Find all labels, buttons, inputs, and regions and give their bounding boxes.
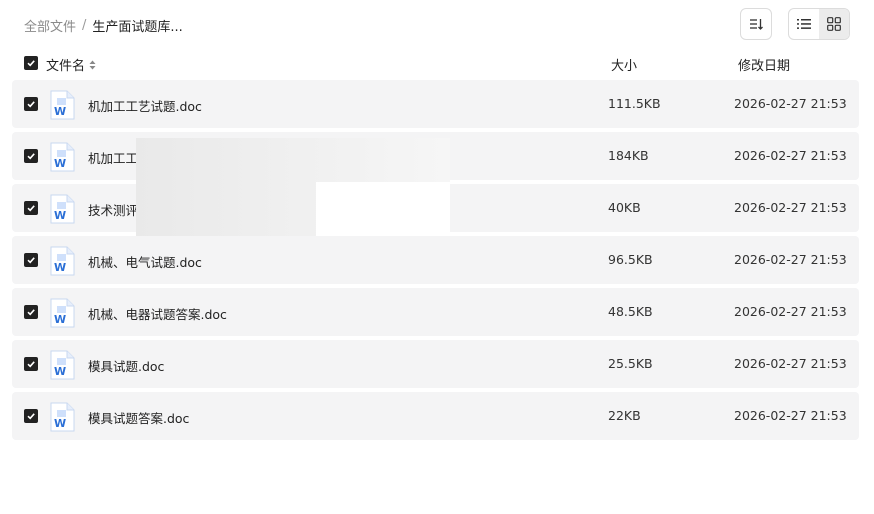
date-column-header[interactable]: 修改日期 — [738, 55, 790, 74]
word-doc-icon: W — [50, 142, 75, 172]
file-size: 184KB — [608, 148, 649, 163]
check-icon — [27, 101, 35, 108]
file-name[interactable]: 机加工工艺试题.doc — [88, 96, 202, 115]
row-checkbox[interactable] — [24, 201, 38, 215]
breadcrumb-separator: / — [82, 18, 87, 33]
svg-text:W: W — [54, 261, 66, 274]
file-size: 25.5KB — [608, 356, 653, 371]
check-icon — [27, 413, 35, 420]
check-icon — [27, 205, 35, 212]
word-doc-icon: W — [50, 402, 75, 432]
word-doc-icon: W — [50, 246, 75, 276]
list-view-icon — [797, 19, 811, 29]
word-doc-icon: W — [50, 90, 75, 120]
size-column-header[interactable]: 大小 — [611, 55, 637, 74]
svg-text:W: W — [54, 157, 66, 170]
name-column-header[interactable]: 文件名 — [46, 55, 96, 74]
breadcrumb-root-link[interactable]: 全部文件 — [24, 16, 76, 35]
word-doc-icon: W — [50, 350, 75, 380]
file-size: 22KB — [608, 408, 641, 423]
file-row[interactable]: W 机械、电气试题.doc 96.5KB 2026-02-27 21:53 — [12, 236, 859, 284]
grid-view-button[interactable] — [819, 9, 849, 39]
svg-text:W: W — [54, 365, 66, 378]
file-size: 111.5KB — [608, 96, 661, 111]
file-name[interactable]: 技术测评 — [88, 200, 138, 219]
file-modified-date: 2026-02-27 21:53 — [734, 252, 847, 267]
row-checkbox[interactable] — [24, 149, 38, 163]
sort-toggle-icon — [89, 60, 96, 69]
file-row[interactable]: W 机加工工 184KB 2026-02-27 21:53 — [12, 132, 859, 180]
list-view-button[interactable] — [789, 9, 819, 39]
file-row[interactable]: W 模具试题.doc 25.5KB 2026-02-27 21:53 — [12, 340, 859, 388]
file-modified-date: 2026-02-27 21:53 — [734, 96, 847, 111]
file-name[interactable]: 机加工工 — [88, 148, 138, 167]
file-list-header: 文件名 大小 修改日期 — [12, 52, 859, 76]
file-modified-date: 2026-02-27 21:53 — [734, 408, 847, 423]
file-size: 40KB — [608, 200, 641, 215]
file-row[interactable]: W 模具试题答案.doc 22KB 2026-02-27 21:53 — [12, 392, 859, 440]
word-doc-icon: W — [50, 194, 75, 224]
check-icon — [27, 60, 35, 67]
file-name[interactable]: 机械、电器试题答案.doc — [88, 304, 227, 323]
svg-text:W: W — [54, 417, 66, 430]
check-icon — [27, 309, 35, 316]
file-modified-date: 2026-02-27 21:53 — [734, 304, 847, 319]
view-toggle — [788, 8, 850, 40]
file-row[interactable]: W 技术测评 40KB 2026-02-27 21:53 — [12, 184, 859, 232]
file-name[interactable]: 模具试题答案.doc — [88, 408, 189, 427]
file-row[interactable]: W 机械、电器试题答案.doc 48.5KB 2026-02-27 21:53 — [12, 288, 859, 336]
word-doc-icon: W — [50, 298, 75, 328]
name-column-label: 文件名 — [46, 59, 86, 74]
check-icon — [27, 257, 35, 264]
row-checkbox[interactable] — [24, 357, 38, 371]
row-checkbox[interactable] — [24, 409, 38, 423]
svg-text:W: W — [54, 209, 66, 222]
row-checkbox[interactable] — [24, 97, 38, 111]
top-bar: 全部文件 / 生产面试题库... — [0, 0, 874, 48]
file-name[interactable]: 机械、电气试题.doc — [88, 252, 202, 271]
svg-text:W: W — [54, 105, 66, 118]
file-modified-date: 2026-02-27 21:53 — [734, 148, 847, 163]
grid-view-icon — [827, 17, 841, 31]
check-icon — [27, 361, 35, 368]
file-size: 48.5KB — [608, 304, 653, 319]
svg-text:W: W — [54, 313, 66, 326]
row-checkbox[interactable] — [24, 253, 38, 267]
file-modified-date: 2026-02-27 21:53 — [734, 356, 847, 371]
breadcrumb-current: 生产面试题库... — [92, 20, 183, 35]
file-row[interactable]: W 机加工工艺试题.doc 111.5KB 2026-02-27 21:53 — [12, 80, 859, 128]
row-checkbox[interactable] — [24, 305, 38, 319]
check-icon — [27, 153, 35, 160]
select-all-checkbox[interactable] — [24, 56, 38, 70]
sort-button[interactable] — [740, 8, 772, 40]
file-modified-date: 2026-02-27 21:53 — [734, 200, 847, 215]
breadcrumb: 全部文件 / 生产面试题库... — [24, 16, 183, 35]
file-name[interactable]: 模具试题.doc — [88, 356, 164, 375]
file-size: 96.5KB — [608, 252, 653, 267]
sort-icon — [750, 19, 763, 30]
